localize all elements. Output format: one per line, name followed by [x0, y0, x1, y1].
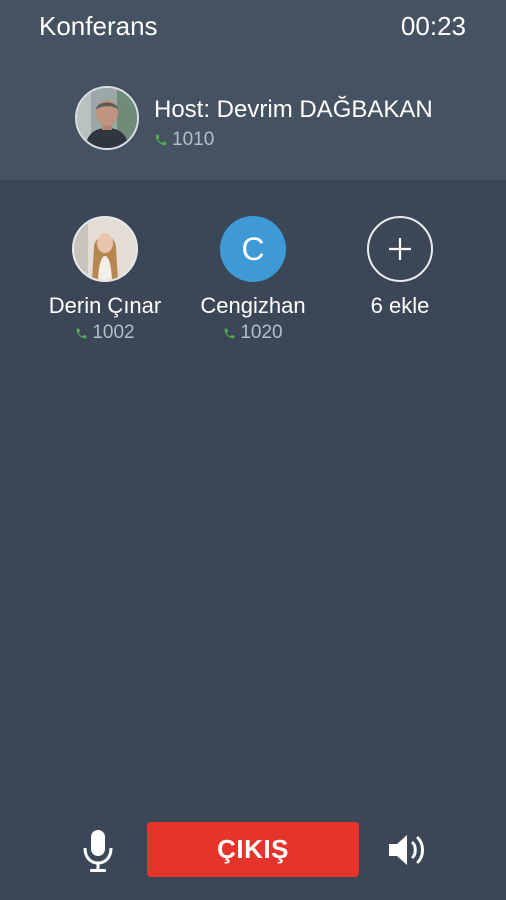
speaker-button[interactable]: [386, 830, 434, 870]
host-name: Host: Devrim DAĞBAKAN: [154, 96, 433, 123]
add-participant-label: 6 ekle: [370, 293, 430, 318]
microphone-button[interactable]: [78, 826, 118, 876]
participant-item[interactable]: Derin Çınar 1002: [35, 216, 175, 344]
participant-photo-icon: [74, 218, 136, 280]
participant-extension: 1020: [223, 322, 283, 344]
call-timer: 00:23: [400, 11, 466, 41]
participant-item[interactable]: C Cengizhan 1020: [183, 216, 323, 344]
conference-screen: Konferans 00:23 Host: Devrim DAĞBAKAN 10…: [0, 0, 506, 900]
participant-extension-number: 1002: [92, 322, 135, 343]
host-extension-number: 1010: [172, 129, 215, 150]
speaker-icon: [389, 835, 424, 865]
participant-extension: 1002: [75, 322, 135, 344]
phone-icon: [75, 327, 88, 340]
participant-name: Cengizhan: [200, 293, 306, 318]
host-avatar: [75, 86, 139, 150]
plus-icon[interactable]: [367, 216, 433, 282]
participant-letter-avatar: C: [220, 216, 286, 282]
screen-title: Konferans: [39, 11, 158, 41]
host-photo-icon: [77, 88, 137, 148]
conference-header: Konferans 00:23 Host: Devrim DAĞBAKAN 10…: [0, 0, 506, 180]
participant-extension-number: 1020: [240, 322, 283, 343]
participant-avatar: [72, 216, 138, 282]
participant-name: Derin Çınar: [48, 293, 162, 318]
host-extension: 1010: [154, 129, 214, 151]
exit-button[interactable]: ÇIKIŞ: [147, 822, 359, 877]
phone-icon: [223, 327, 236, 340]
microphone-icon: [83, 830, 113, 872]
phone-icon: [154, 133, 168, 147]
add-participant-button[interactable]: 6 ekle: [330, 216, 470, 320]
